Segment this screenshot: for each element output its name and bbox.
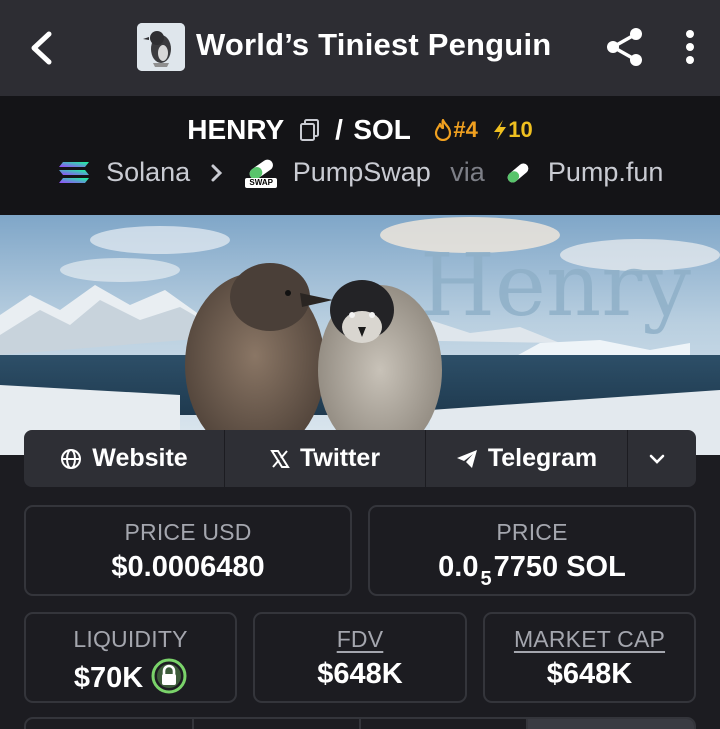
website-label: Website (92, 444, 188, 472)
website-link[interactable]: Website (24, 430, 225, 487)
pill-icon (507, 163, 529, 183)
more-links-dropdown[interactable] (628, 430, 696, 487)
boost-badge[interactable]: 10 (492, 117, 533, 143)
pumpswap-icon: SWAP (245, 158, 278, 188)
pair-route-row: Solana SWAP PumpSwap via Pump.fun (0, 156, 720, 192)
liquidity-card: LIQUIDITY $70K (24, 612, 237, 703)
pair-separator: / (335, 114, 343, 145)
market-cap-card[interactable]: MARKET CAP $648K (483, 612, 696, 703)
token-banner-image: Henry (0, 215, 720, 455)
market-cap-label[interactable]: MARKET CAP (485, 626, 694, 653)
quote-symbol: SOL (353, 114, 411, 145)
timeframe-tabs (24, 717, 696, 729)
price-native-value: 0.0 57750 SOL (370, 551, 694, 591)
via-label: via (450, 157, 485, 188)
chain-name[interactable]: Solana (106, 157, 190, 188)
fire-icon (435, 118, 452, 142)
timeframe-tab[interactable] (26, 719, 194, 729)
globe-icon (61, 448, 82, 469)
lightning-icon (494, 120, 507, 140)
liquidity-label: LIQUIDITY (73, 626, 188, 652)
pair-header: HENRY / SOL #4 10 Solana SWAP PumpSwap v… (0, 96, 720, 215)
x-logo-icon (270, 449, 290, 468)
launchpad-name[interactable]: Pump.fun (548, 157, 664, 188)
back-arrow-icon[interactable] (22, 26, 62, 70)
price-zero-count: 5 (480, 568, 492, 590)
price-native-card: PRICE 0.0 57750 SOL (368, 505, 696, 596)
pumpswap-badge-label: SWAP (245, 177, 278, 188)
price-usd-value: $0.0006480 (111, 551, 265, 583)
price-usd-card: PRICE USD $0.0006480 (24, 505, 352, 596)
twitter-link[interactable]: Twitter (225, 430, 426, 487)
app-bar: World’s Tiniest Penguin (0, 0, 720, 96)
price-prefix: 0.0 (438, 551, 479, 583)
pair-title-row: HENRY / SOL #4 10 (0, 114, 720, 150)
page-title: World’s Tiniest Penguin (196, 27, 552, 62)
dex-name[interactable]: PumpSwap (293, 157, 431, 188)
penguin-thumbnail-image (137, 23, 185, 71)
boost-count: 10 (508, 117, 533, 142)
chevron-right-icon (211, 164, 222, 182)
telegram-label: Telegram (487, 444, 598, 472)
timeframe-tab-active[interactable] (528, 719, 694, 729)
fdv-card[interactable]: FDV $648K (253, 612, 467, 703)
base-symbol: HENRY (187, 114, 285, 145)
fdv-value: $648K (317, 658, 403, 690)
fdv-label[interactable]: FDV (255, 626, 465, 653)
twitter-label: Twitter (299, 444, 381, 472)
copy-icon[interactable] (297, 117, 323, 143)
social-links-bar: Website Twitter Telegram (24, 430, 696, 487)
timeframe-tab[interactable] (194, 719, 361, 729)
liquidity-value-row: $70K (26, 658, 235, 695)
market-cap-value: $648K (546, 658, 633, 690)
price-usd-label: PRICE USD (124, 519, 252, 545)
token-avatar (137, 23, 185, 71)
lock-icon[interactable] (151, 658, 187, 694)
share-icon[interactable] (604, 26, 646, 68)
price-native-label: PRICE (496, 519, 568, 545)
chevron-down-icon (649, 454, 665, 464)
more-vertical-icon[interactable] (676, 26, 704, 68)
trending-rank: #4 (453, 117, 478, 142)
solana-icon (58, 161, 89, 183)
timeframe-tab[interactable] (361, 719, 528, 729)
liquidity-value: $70K (73, 662, 144, 694)
telegram-link[interactable]: Telegram (426, 430, 628, 487)
trending-badge[interactable]: #4 (433, 117, 478, 143)
banner-logo-text: Henry (420, 236, 691, 336)
price-suffix: 7750 SOL (493, 551, 626, 583)
telegram-icon (456, 449, 477, 468)
